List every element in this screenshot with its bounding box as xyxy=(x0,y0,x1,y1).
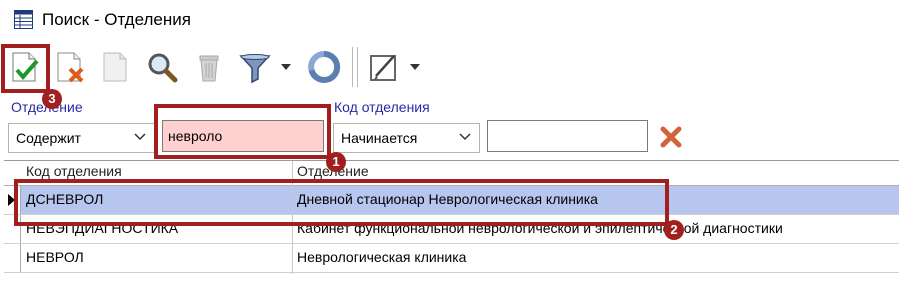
cell-code: НЕВЭПДИАГНОСТИКА xyxy=(26,220,179,236)
column-divider xyxy=(292,161,293,274)
code-search-input[interactable] xyxy=(487,120,648,152)
cell-department: Неврологическая клиника xyxy=(297,249,467,265)
code-condition-value: Начинается xyxy=(341,130,418,146)
table-row[interactable]: НЕВЭПДИАГНОСТИКА Кабинет функциональной … xyxy=(4,215,899,244)
code-filter-label: Код отделения xyxy=(334,99,430,115)
toolbar-separator xyxy=(352,47,353,87)
blank-document-button[interactable] xyxy=(96,48,134,86)
results-table: Код отделения Отделение ДСНЕВРОЛ Дневной… xyxy=(4,160,899,277)
code-condition-select[interactable]: Начинается xyxy=(333,123,480,153)
cell-code: ДСНЕВРОЛ xyxy=(26,191,104,207)
filter-dropdown-button[interactable] xyxy=(276,48,296,86)
delete-button[interactable] xyxy=(190,48,228,86)
cell-department: Дневной стационар Неврологическая клиник… xyxy=(297,191,598,207)
dropdown-arrow-icon xyxy=(281,64,291,70)
chevron-down-icon xyxy=(459,133,471,141)
window-title: Поиск - Отделения xyxy=(42,10,191,29)
row-indicator xyxy=(4,215,21,243)
table-row[interactable]: НЕВРОЛ Неврологическая клиника xyxy=(4,244,899,273)
department-search-input[interactable]: невроло xyxy=(162,120,324,152)
department-search-value: невроло xyxy=(168,128,223,144)
search-button[interactable] xyxy=(143,48,181,86)
refresh-button[interactable] xyxy=(305,48,343,86)
clear-filter-icon xyxy=(57,52,84,83)
accept-button[interactable] xyxy=(6,48,44,86)
department-condition-select[interactable]: Содержит xyxy=(8,123,155,153)
accept-check-icon xyxy=(12,52,39,82)
refresh-icon xyxy=(308,50,341,83)
edit-button[interactable] xyxy=(365,48,403,86)
edit-dropdown-button[interactable] xyxy=(405,48,425,86)
cell-code: НЕВРОЛ xyxy=(26,249,84,265)
header-code[interactable]: Код отделения xyxy=(26,163,122,179)
edit-icon xyxy=(370,55,396,81)
annotation-badge-3: 3 xyxy=(42,89,62,109)
department-condition-value: Содержит xyxy=(16,130,81,146)
chevron-down-icon xyxy=(134,133,146,141)
clear-filter-button[interactable] xyxy=(52,48,90,86)
dropdown-arrow-icon xyxy=(410,64,420,70)
row-indicator xyxy=(4,244,21,272)
window-table-icon xyxy=(14,10,33,29)
toolbar xyxy=(0,40,899,96)
current-row-arrow-icon xyxy=(8,194,15,206)
title-bar: Поиск - Отделения xyxy=(0,0,899,40)
row-indicator xyxy=(4,186,21,214)
blank-document-icon xyxy=(103,52,127,82)
trash-icon xyxy=(199,55,219,82)
table-header: Код отделения Отделение xyxy=(4,161,899,186)
table-row[interactable]: ДСНЕВРОЛ Дневной стационар Неврологическ… xyxy=(4,186,899,215)
toolbar-separator xyxy=(357,47,358,87)
filter-button[interactable] xyxy=(236,48,274,86)
clear-x-icon[interactable] xyxy=(660,126,682,148)
cell-department: Кабинет функциональной неврологической и… xyxy=(297,220,783,236)
search-magnifier-icon xyxy=(148,53,178,83)
funnel-filter-icon xyxy=(239,54,271,84)
annotation-badge-1: 1 xyxy=(326,152,346,172)
annotation-badge-2: 2 xyxy=(664,220,684,240)
